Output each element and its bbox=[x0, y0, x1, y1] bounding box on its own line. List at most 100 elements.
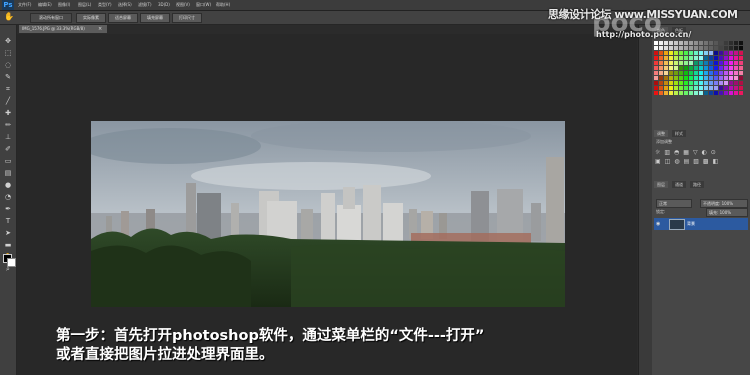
color-swatch[interactable] bbox=[734, 66, 738, 70]
color-swatch[interactable] bbox=[674, 76, 678, 80]
color-swatch[interactable] bbox=[689, 91, 693, 95]
color-swatch[interactable] bbox=[694, 41, 698, 45]
color-swatch[interactable] bbox=[704, 56, 708, 60]
color-swatch[interactable] bbox=[674, 46, 678, 50]
color-swatch[interactable] bbox=[684, 71, 688, 75]
color-swatch[interactable] bbox=[734, 71, 738, 75]
color-swatch[interactable] bbox=[719, 71, 723, 75]
menu-3d[interactable]: 3D(D) bbox=[158, 0, 170, 10]
color-swatch[interactable] bbox=[709, 41, 713, 45]
gradient-tool-icon[interactable]: ▤ bbox=[3, 169, 13, 178]
color-swatch[interactable] bbox=[679, 46, 683, 50]
color-swatch[interactable] bbox=[714, 41, 718, 45]
color-swatch[interactable] bbox=[674, 86, 678, 90]
color-swatch[interactable] bbox=[694, 81, 698, 85]
color-swatch[interactable] bbox=[699, 51, 703, 55]
fill-field[interactable]: 填充: 100% bbox=[706, 208, 748, 217]
color-swatch[interactable] bbox=[704, 41, 708, 45]
color-swatch[interactable] bbox=[719, 51, 723, 55]
color-swatch[interactable] bbox=[654, 91, 658, 95]
print-size-button[interactable]: 打印尺寸 bbox=[172, 13, 202, 23]
color-swatch[interactable] bbox=[669, 56, 673, 60]
color-swatch[interactable] bbox=[694, 46, 698, 50]
color-swatch[interactable] bbox=[704, 76, 708, 80]
close-icon[interactable]: × bbox=[98, 25, 104, 33]
color-swatch[interactable] bbox=[714, 56, 718, 60]
color-swatch[interactable] bbox=[714, 91, 718, 95]
color-swatch[interactable] bbox=[699, 86, 703, 90]
color-swatch[interactable] bbox=[659, 61, 663, 65]
color-swatch[interactable] bbox=[679, 51, 683, 55]
color-swatch[interactable] bbox=[694, 51, 698, 55]
menu-select[interactable]: 选择(S) bbox=[118, 0, 132, 10]
color-swatch[interactable] bbox=[699, 76, 703, 80]
color-swatch[interactable] bbox=[689, 46, 693, 50]
color-swatch[interactable] bbox=[674, 51, 678, 55]
color-swatch[interactable] bbox=[694, 76, 698, 80]
color-swatch[interactable] bbox=[684, 66, 688, 70]
color-swatch[interactable] bbox=[684, 41, 688, 45]
color-swatch[interactable] bbox=[669, 66, 673, 70]
swatch-grid[interactable] bbox=[654, 41, 748, 101]
color-swatch[interactable] bbox=[739, 56, 743, 60]
color-swatch[interactable] bbox=[684, 86, 688, 90]
healing-brush-tool-icon[interactable]: ✚ bbox=[3, 109, 13, 118]
clone-stamp-tool-icon[interactable]: ⊥ bbox=[3, 133, 13, 142]
history-brush-tool-icon[interactable]: ✐ bbox=[3, 145, 13, 154]
color-swatch[interactable] bbox=[659, 76, 663, 80]
blend-mode-select[interactable]: 正常 bbox=[656, 199, 692, 208]
color-swatch[interactable] bbox=[694, 66, 698, 70]
color-swatch[interactable] bbox=[739, 61, 743, 65]
color-swatch[interactable] bbox=[664, 46, 668, 50]
menu-view[interactable]: 视图(V) bbox=[176, 0, 190, 10]
color-swatch[interactable] bbox=[739, 41, 743, 45]
color-swatch[interactable] bbox=[669, 86, 673, 90]
color-swatch[interactable] bbox=[674, 61, 678, 65]
color-swatch[interactable] bbox=[679, 81, 683, 85]
color-swatch[interactable] bbox=[734, 91, 738, 95]
eye-icon[interactable]: ◉ bbox=[656, 218, 666, 230]
color-swatch[interactable] bbox=[719, 91, 723, 95]
color-swatch[interactable] bbox=[724, 71, 728, 75]
color-swatch[interactable] bbox=[739, 81, 743, 85]
color-swatch[interactable] bbox=[669, 46, 673, 50]
marquee-tool-icon[interactable]: ⬚ bbox=[3, 49, 13, 58]
color-swatch[interactable] bbox=[689, 66, 693, 70]
color-swatch[interactable] bbox=[714, 46, 718, 50]
menu-image[interactable]: 图像(I) bbox=[58, 0, 70, 10]
color-swatch[interactable] bbox=[699, 66, 703, 70]
color-swatch[interactable] bbox=[664, 61, 668, 65]
color-swatch[interactable] bbox=[689, 86, 693, 90]
color-swatch[interactable] bbox=[664, 41, 668, 45]
color-swatch[interactable] bbox=[684, 76, 688, 80]
color-swatch[interactable] bbox=[679, 91, 683, 95]
scroll-all-windows-checkbox[interactable]: 滚动所有窗口 bbox=[30, 13, 72, 23]
color-swatch[interactable] bbox=[729, 81, 733, 85]
color-swatch[interactable] bbox=[669, 51, 673, 55]
color-swatch[interactable] bbox=[664, 56, 668, 60]
color-swatch[interactable] bbox=[719, 86, 723, 90]
color-swatch[interactable] bbox=[654, 61, 658, 65]
color-swatch[interactable] bbox=[654, 71, 658, 75]
color-swatch[interactable] bbox=[694, 56, 698, 60]
color-swatch[interactable] bbox=[724, 81, 728, 85]
color-swatch[interactable] bbox=[664, 76, 668, 80]
tab-channels[interactable]: 通道 bbox=[672, 181, 686, 188]
color-swatch[interactable] bbox=[684, 51, 688, 55]
color-swatch[interactable] bbox=[664, 86, 668, 90]
type-tool-icon[interactable]: T bbox=[3, 217, 13, 226]
blur-tool-icon[interactable]: ● bbox=[3, 181, 13, 190]
menu-file[interactable]: 文件(F) bbox=[18, 0, 31, 10]
color-swatch[interactable] bbox=[724, 66, 728, 70]
color-swatch[interactable] bbox=[659, 81, 663, 85]
color-swatch[interactable] bbox=[699, 46, 703, 50]
color-swatch[interactable] bbox=[669, 61, 673, 65]
color-swatch[interactable] bbox=[664, 91, 668, 95]
color-swatch[interactable] bbox=[739, 76, 743, 80]
color-swatch[interactable] bbox=[689, 56, 693, 60]
eraser-tool-icon[interactable]: ▭ bbox=[3, 157, 13, 166]
color-swatch[interactable] bbox=[724, 76, 728, 80]
color-swatch[interactable] bbox=[704, 61, 708, 65]
color-swatch[interactable] bbox=[659, 86, 663, 90]
hand-tool-icon[interactable]: ✋ bbox=[4, 12, 14, 22]
